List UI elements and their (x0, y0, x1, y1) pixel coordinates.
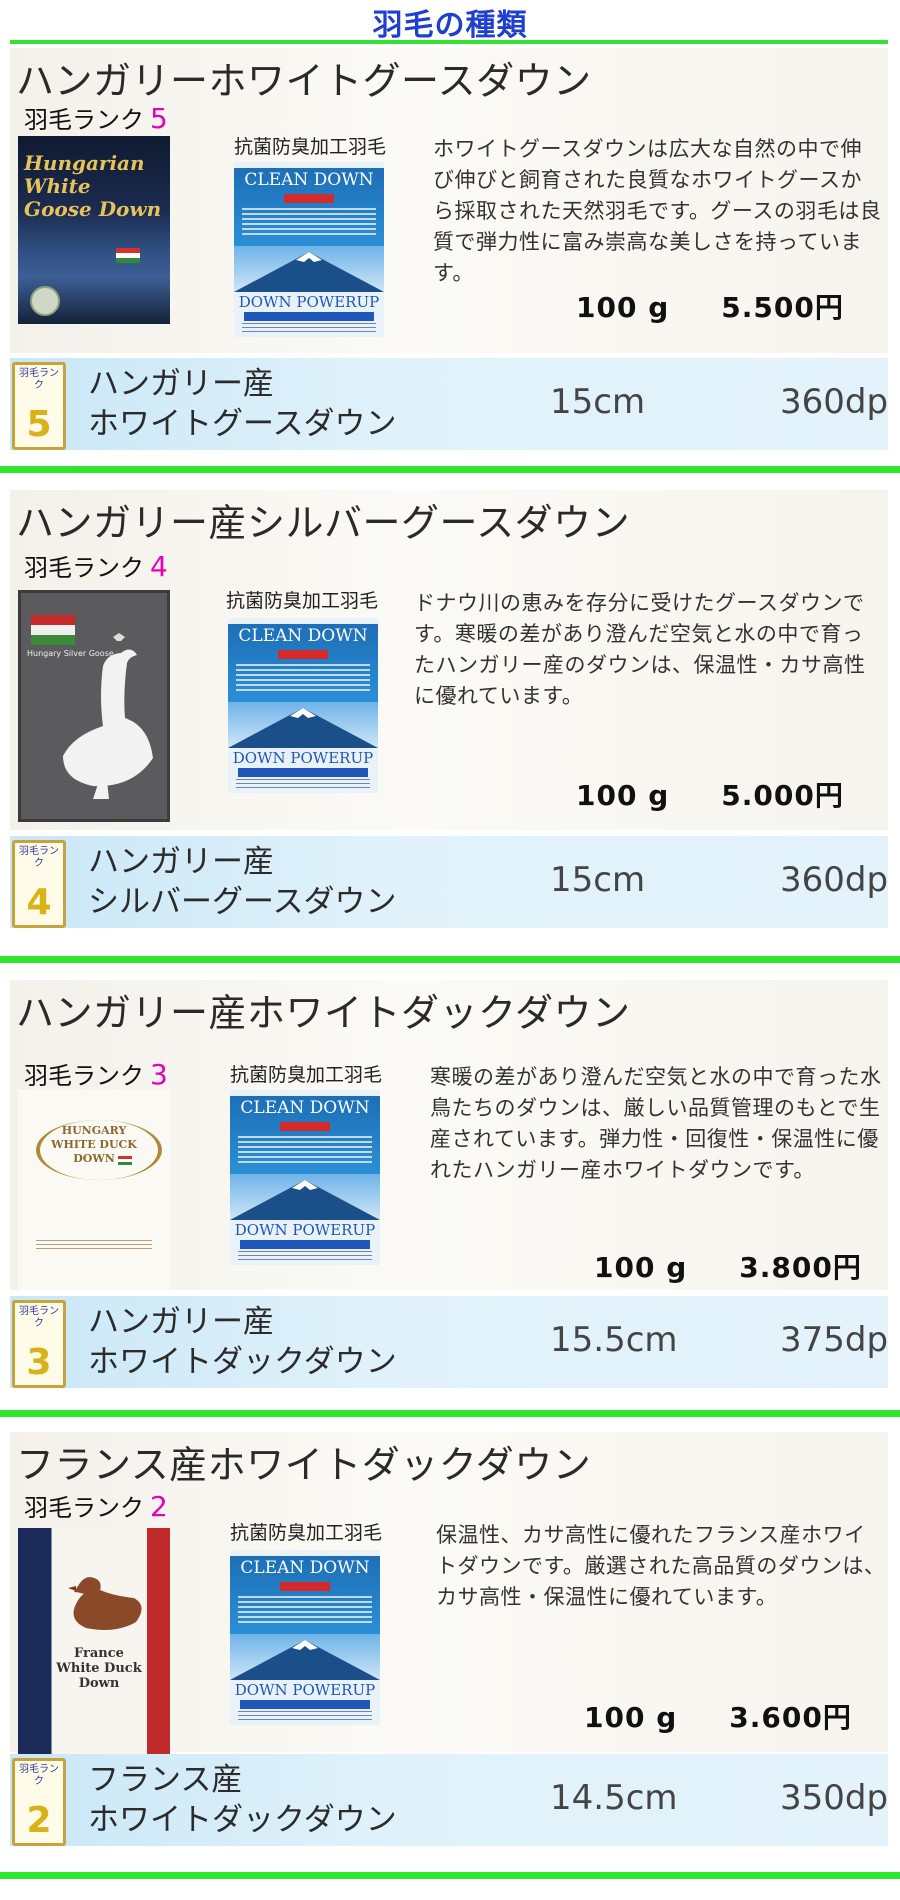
price: 100 g 5.500円 (576, 291, 844, 324)
package-title: France White Duck Down (56, 1646, 142, 1691)
product-description: ホワイトグースダウンは広大な自然の中で伸び伸びと飼育された良質なホワイトグースか… (433, 137, 882, 285)
mountain-icon (230, 1640, 380, 1680)
section-divider (0, 466, 900, 473)
clean-down-certificate: CLEAN DOWN DOWN POWERUP (230, 1550, 380, 1725)
antibacterial-label: 抗菌防臭加工羽毛 (234, 136, 387, 158)
spec-fill-power: 375dp (780, 1320, 889, 1360)
antibacterial-label: 抗菌防臭加工羽毛 (226, 590, 379, 612)
spec-bar: 羽毛ランク 2 フランス産 ホワイトダックダウン 14.5cm 350dp (10, 1754, 888, 1846)
spec-name: ハンガリー産 ホワイトダックダウン (88, 1304, 397, 1380)
section-divider (0, 956, 900, 963)
product-title: ハンガリー産シルバーグースダウン (16, 501, 631, 545)
package-fine-print (36, 1240, 152, 1252)
rank-badge: 羽毛ランク 5 (12, 362, 66, 450)
product-package-image: Hungarian White Goose Down (18, 136, 170, 324)
rank-number: 5 (150, 102, 168, 135)
product-package-image: France White Duck Down (18, 1528, 170, 1754)
antibacterial-label: 抗菌防臭加工羽毛 (230, 1064, 383, 1086)
spec-length: 15.5cm (550, 1320, 678, 1360)
goose-icon (63, 633, 153, 799)
product-package-image: HUNGARY WHITE DUCK DOWN (18, 1090, 170, 1290)
spec-fill-power: 360dp (780, 382, 889, 422)
rank-badge: 羽毛ランク 3 (12, 1300, 66, 1388)
product-section-france-white-duck: フランス産ホワイトダックダウン 羽毛ランク 2 France White Duck… (0, 1432, 900, 1892)
mountain-icon (234, 252, 384, 292)
feather-rank-label: 羽毛ランク 5 (24, 102, 168, 135)
spec-name: フランス産 ホワイトダックダウン (88, 1762, 397, 1838)
section-divider (0, 1410, 900, 1417)
clean-down-certificate: CLEAN DOWN DOWN POWERUP (234, 162, 384, 337)
page-title: 羽毛の種類 (372, 8, 528, 43)
price: 100 g 5.000円 (576, 779, 844, 812)
feather-rank-label: 羽毛ランク 2 (24, 1490, 168, 1523)
product-package-image: Hungary Silver Goose (18, 590, 170, 822)
clean-down-certificate: CLEAN DOWN DOWN POWERUP (230, 1090, 380, 1265)
rank-number: 2 (150, 1490, 168, 1523)
spec-name: ハンガリー産 シルバーグースダウン (88, 844, 397, 920)
product-title: ハンガリー産ホワイトダックダウン (16, 991, 631, 1035)
spec-name: ハンガリー産 ホワイトグースダウン (88, 366, 397, 442)
spec-length: 15cm (550, 382, 646, 422)
rank-number: 3 (150, 1058, 168, 1091)
spec-fill-power: 360dp (780, 860, 889, 900)
product-section-hungarian-white-duck: ハンガリー産ホワイトダックダウン 羽毛ランク 3 HUNGARY WHITE DU… (0, 980, 900, 1430)
product-description: 保温性、カサ高性に優れたフランス産ホワイトダウンです。厳選された高品質のダウンは… (436, 1523, 886, 1609)
feather-rank-label: 羽毛ランク 3 (24, 1058, 168, 1091)
title-divider (10, 40, 888, 44)
clean-down-certificate: CLEAN DOWN DOWN POWERUP (228, 618, 378, 793)
flag-stripe-red (31, 615, 75, 625)
spec-bar: 羽毛ランク 3 ハンガリー産 ホワイトダックダウン 15.5cm 375dp (10, 1296, 888, 1388)
package-title: Hungarian White Goose Down (24, 151, 162, 221)
price: 100 g 3.800円 (594, 1251, 862, 1284)
spec-bar: 羽毛ランク 4 ハンガリー産 シルバーグースダウン 15cm 360dp (10, 836, 888, 928)
mountain-icon (230, 1180, 380, 1220)
product-description: 寒暖の差があり澄んだ空気と水の中で育った水鳥たちのダウンは、厳しい品質管理のもと… (430, 1065, 882, 1182)
product-title: フランス産ホワイトダックダウン (16, 1443, 592, 1487)
rank-badge: 羽毛ランク 2 (12, 1758, 66, 1846)
hungary-flag-icon (118, 1156, 132, 1165)
antibacterial-label: 抗菌防臭加工羽毛 (230, 1522, 383, 1544)
spec-length: 14.5cm (550, 1778, 678, 1818)
package-title: HUNGARY WHITE DUCK DOWN (51, 1124, 137, 1165)
duck-icon (68, 1577, 142, 1630)
spec-length: 15cm (550, 860, 646, 900)
mountain-icon (228, 708, 378, 748)
rank-number: 4 (150, 550, 168, 583)
rank-badge: 羽毛ランク 4 (12, 840, 66, 928)
price: 100 g 3.600円 (584, 1701, 852, 1734)
product-section-hungarian-silver-goose: ハンガリー産シルバーグースダウン 羽毛ランク 4 Hungary Silver G… (0, 490, 900, 970)
spec-bar: 羽毛ランク 5 ハンガリー産 ホワイトグースダウン 15cm 360dp (10, 358, 888, 450)
product-section-hungarian-white-goose: ハンガリーホワイトグースダウン 羽毛ランク 5 Hungarian White G… (0, 48, 900, 478)
product-title: ハンガリーホワイトグースダウン (16, 59, 592, 103)
section-divider (0, 1872, 900, 1879)
product-description: ドナウ川の恵みを存分に受けたグースダウンです。寒暖の差があり澄んだ空気と水の中で… (414, 591, 866, 708)
seal-icon (30, 286, 60, 316)
feather-rank-label: 羽毛ランク 4 (24, 550, 168, 583)
spec-fill-power: 350dp (780, 1778, 889, 1818)
hungary-flag-icon (116, 248, 140, 263)
